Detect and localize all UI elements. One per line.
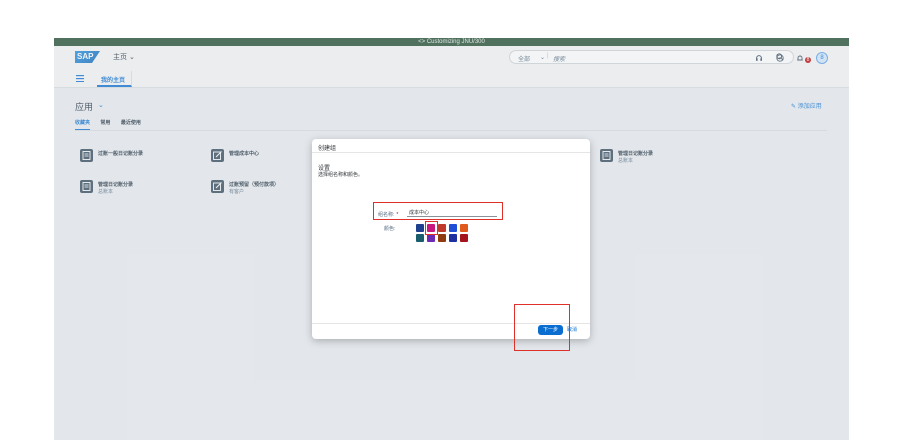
color-label: 颜色: (384, 226, 396, 232)
color-swatch[interactable] (438, 224, 446, 232)
color-swatch[interactable] (449, 234, 457, 242)
color-swatch[interactable] (416, 224, 424, 232)
color-swatch[interactable] (438, 234, 446, 242)
dialog-description: 选择组名称和颜色。 (318, 172, 364, 178)
app-screen: <> Customizing JNU/300 SAP 主页 ⌄ 全部 ⌄ | 搜… (54, 38, 849, 440)
color-swatch[interactable] (449, 224, 457, 232)
selected-color-highlight (425, 221, 438, 235)
name-field-highlight (373, 202, 503, 220)
color-swatch[interactable] (416, 234, 424, 242)
color-swatch[interactable] (427, 234, 435, 242)
color-swatch[interactable] (460, 224, 468, 232)
dialog-title: 创建组 (312, 139, 590, 153)
color-swatch[interactable] (460, 234, 468, 242)
next-button-highlight (514, 304, 570, 351)
